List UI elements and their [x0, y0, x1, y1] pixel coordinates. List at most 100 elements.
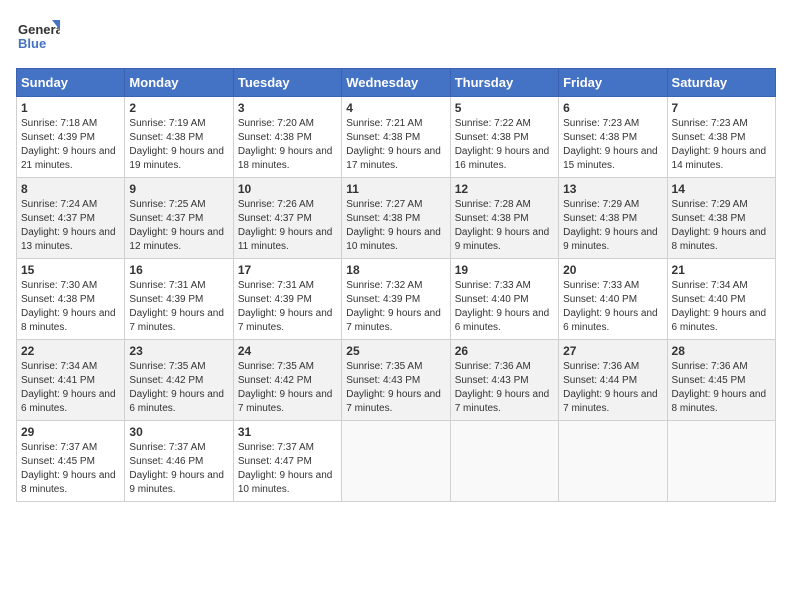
day-info: Sunrise: 7:34 AMSunset: 4:40 PMDaylight:… — [672, 280, 767, 333]
day-info: Sunrise: 7:23 AMSunset: 4:38 PMDaylight:… — [563, 118, 658, 171]
day-number: 7 — [672, 101, 771, 115]
day-number: 29 — [21, 425, 120, 439]
calendar-cell: 18 Sunrise: 7:32 AMSunset: 4:39 PMDaylig… — [342, 259, 450, 340]
calendar-cell: 9 Sunrise: 7:25 AMSunset: 4:37 PMDayligh… — [125, 178, 233, 259]
calendar-table: SundayMondayTuesdayWednesdayThursdayFrid… — [16, 68, 776, 502]
day-info: Sunrise: 7:30 AMSunset: 4:38 PMDaylight:… — [21, 280, 116, 333]
day-number: 12 — [455, 182, 554, 196]
page-header: General Blue — [16, 16, 776, 60]
calendar-cell: 14 Sunrise: 7:29 AMSunset: 4:38 PMDaylig… — [667, 178, 775, 259]
calendar-cell: 29 Sunrise: 7:37 AMSunset: 4:45 PMDaylig… — [17, 421, 125, 502]
calendar-week-row: 8 Sunrise: 7:24 AMSunset: 4:37 PMDayligh… — [17, 178, 776, 259]
logo: General Blue — [16, 16, 60, 60]
day-info: Sunrise: 7:20 AMSunset: 4:38 PMDaylight:… — [238, 118, 333, 171]
day-info: Sunrise: 7:28 AMSunset: 4:38 PMDaylight:… — [455, 199, 550, 252]
day-info: Sunrise: 7:37 AMSunset: 4:45 PMDaylight:… — [21, 442, 116, 495]
calendar-cell: 26 Sunrise: 7:36 AMSunset: 4:43 PMDaylig… — [450, 340, 558, 421]
day-info: Sunrise: 7:22 AMSunset: 4:38 PMDaylight:… — [455, 118, 550, 171]
day-number: 20 — [563, 263, 662, 277]
day-info: Sunrise: 7:29 AMSunset: 4:38 PMDaylight:… — [672, 199, 767, 252]
calendar-cell: 8 Sunrise: 7:24 AMSunset: 4:37 PMDayligh… — [17, 178, 125, 259]
column-header-sunday: Sunday — [17, 69, 125, 97]
day-info: Sunrise: 7:35 AMSunset: 4:42 PMDaylight:… — [129, 361, 224, 414]
calendar-cell: 30 Sunrise: 7:37 AMSunset: 4:46 PMDaylig… — [125, 421, 233, 502]
day-number: 17 — [238, 263, 337, 277]
calendar-header-row: SundayMondayTuesdayWednesdayThursdayFrid… — [17, 69, 776, 97]
day-info: Sunrise: 7:29 AMSunset: 4:38 PMDaylight:… — [563, 199, 658, 252]
day-info: Sunrise: 7:33 AMSunset: 4:40 PMDaylight:… — [563, 280, 658, 333]
day-number: 2 — [129, 101, 228, 115]
day-info: Sunrise: 7:21 AMSunset: 4:38 PMDaylight:… — [346, 118, 441, 171]
day-info: Sunrise: 7:27 AMSunset: 4:38 PMDaylight:… — [346, 199, 441, 252]
column-header-saturday: Saturday — [667, 69, 775, 97]
day-number: 28 — [672, 344, 771, 358]
calendar-cell: 5 Sunrise: 7:22 AMSunset: 4:38 PMDayligh… — [450, 97, 558, 178]
day-number: 6 — [563, 101, 662, 115]
calendar-cell: 11 Sunrise: 7:27 AMSunset: 4:38 PMDaylig… — [342, 178, 450, 259]
calendar-cell: 28 Sunrise: 7:36 AMSunset: 4:45 PMDaylig… — [667, 340, 775, 421]
logo-icon: General Blue — [16, 16, 60, 60]
day-info: Sunrise: 7:34 AMSunset: 4:41 PMDaylight:… — [21, 361, 116, 414]
day-info: Sunrise: 7:33 AMSunset: 4:40 PMDaylight:… — [455, 280, 550, 333]
calendar-cell: 7 Sunrise: 7:23 AMSunset: 4:38 PMDayligh… — [667, 97, 775, 178]
day-number: 19 — [455, 263, 554, 277]
calendar-cell: 2 Sunrise: 7:19 AMSunset: 4:38 PMDayligh… — [125, 97, 233, 178]
calendar-cell: 13 Sunrise: 7:29 AMSunset: 4:38 PMDaylig… — [559, 178, 667, 259]
day-number: 13 — [563, 182, 662, 196]
calendar-cell: 25 Sunrise: 7:35 AMSunset: 4:43 PMDaylig… — [342, 340, 450, 421]
calendar-cell: 1 Sunrise: 7:18 AMSunset: 4:39 PMDayligh… — [17, 97, 125, 178]
day-info: Sunrise: 7:23 AMSunset: 4:38 PMDaylight:… — [672, 118, 767, 171]
calendar-week-row: 29 Sunrise: 7:37 AMSunset: 4:45 PMDaylig… — [17, 421, 776, 502]
day-number: 31 — [238, 425, 337, 439]
day-number: 11 — [346, 182, 445, 196]
calendar-cell: 22 Sunrise: 7:34 AMSunset: 4:41 PMDaylig… — [17, 340, 125, 421]
day-number: 25 — [346, 344, 445, 358]
day-number: 9 — [129, 182, 228, 196]
calendar-cell: 20 Sunrise: 7:33 AMSunset: 4:40 PMDaylig… — [559, 259, 667, 340]
day-number: 1 — [21, 101, 120, 115]
day-info: Sunrise: 7:32 AMSunset: 4:39 PMDaylight:… — [346, 280, 441, 333]
day-number: 5 — [455, 101, 554, 115]
day-info: Sunrise: 7:18 AMSunset: 4:39 PMDaylight:… — [21, 118, 116, 171]
calendar-cell: 21 Sunrise: 7:34 AMSunset: 4:40 PMDaylig… — [667, 259, 775, 340]
day-info: Sunrise: 7:36 AMSunset: 4:45 PMDaylight:… — [672, 361, 767, 414]
day-number: 21 — [672, 263, 771, 277]
day-number: 14 — [672, 182, 771, 196]
calendar-week-row: 15 Sunrise: 7:30 AMSunset: 4:38 PMDaylig… — [17, 259, 776, 340]
day-info: Sunrise: 7:36 AMSunset: 4:43 PMDaylight:… — [455, 361, 550, 414]
column-header-thursday: Thursday — [450, 69, 558, 97]
calendar-cell: 10 Sunrise: 7:26 AMSunset: 4:37 PMDaylig… — [233, 178, 341, 259]
calendar-cell: 24 Sunrise: 7:35 AMSunset: 4:42 PMDaylig… — [233, 340, 341, 421]
calendar-cell: 31 Sunrise: 7:37 AMSunset: 4:47 PMDaylig… — [233, 421, 341, 502]
calendar-cell: 23 Sunrise: 7:35 AMSunset: 4:42 PMDaylig… — [125, 340, 233, 421]
day-number: 4 — [346, 101, 445, 115]
day-number: 27 — [563, 344, 662, 358]
calendar-cell: 6 Sunrise: 7:23 AMSunset: 4:38 PMDayligh… — [559, 97, 667, 178]
day-info: Sunrise: 7:36 AMSunset: 4:44 PMDaylight:… — [563, 361, 658, 414]
day-info: Sunrise: 7:31 AMSunset: 4:39 PMDaylight:… — [238, 280, 333, 333]
day-info: Sunrise: 7:35 AMSunset: 4:42 PMDaylight:… — [238, 361, 333, 414]
calendar-cell: 4 Sunrise: 7:21 AMSunset: 4:38 PMDayligh… — [342, 97, 450, 178]
calendar-cell: 27 Sunrise: 7:36 AMSunset: 4:44 PMDaylig… — [559, 340, 667, 421]
day-number: 15 — [21, 263, 120, 277]
day-info: Sunrise: 7:26 AMSunset: 4:37 PMDaylight:… — [238, 199, 333, 252]
calendar-cell — [667, 421, 775, 502]
svg-text:General: General — [18, 22, 60, 37]
day-number: 18 — [346, 263, 445, 277]
day-number: 23 — [129, 344, 228, 358]
calendar-cell: 15 Sunrise: 7:30 AMSunset: 4:38 PMDaylig… — [17, 259, 125, 340]
calendar-week-row: 1 Sunrise: 7:18 AMSunset: 4:39 PMDayligh… — [17, 97, 776, 178]
day-info: Sunrise: 7:37 AMSunset: 4:46 PMDaylight:… — [129, 442, 224, 495]
calendar-cell: 16 Sunrise: 7:31 AMSunset: 4:39 PMDaylig… — [125, 259, 233, 340]
column-header-friday: Friday — [559, 69, 667, 97]
day-number: 30 — [129, 425, 228, 439]
calendar-cell — [450, 421, 558, 502]
column-header-monday: Monday — [125, 69, 233, 97]
day-number: 16 — [129, 263, 228, 277]
calendar-cell — [342, 421, 450, 502]
day-number: 22 — [21, 344, 120, 358]
calendar-cell: 19 Sunrise: 7:33 AMSunset: 4:40 PMDaylig… — [450, 259, 558, 340]
day-number: 8 — [21, 182, 120, 196]
calendar-cell: 17 Sunrise: 7:31 AMSunset: 4:39 PMDaylig… — [233, 259, 341, 340]
day-info: Sunrise: 7:25 AMSunset: 4:37 PMDaylight:… — [129, 199, 224, 252]
